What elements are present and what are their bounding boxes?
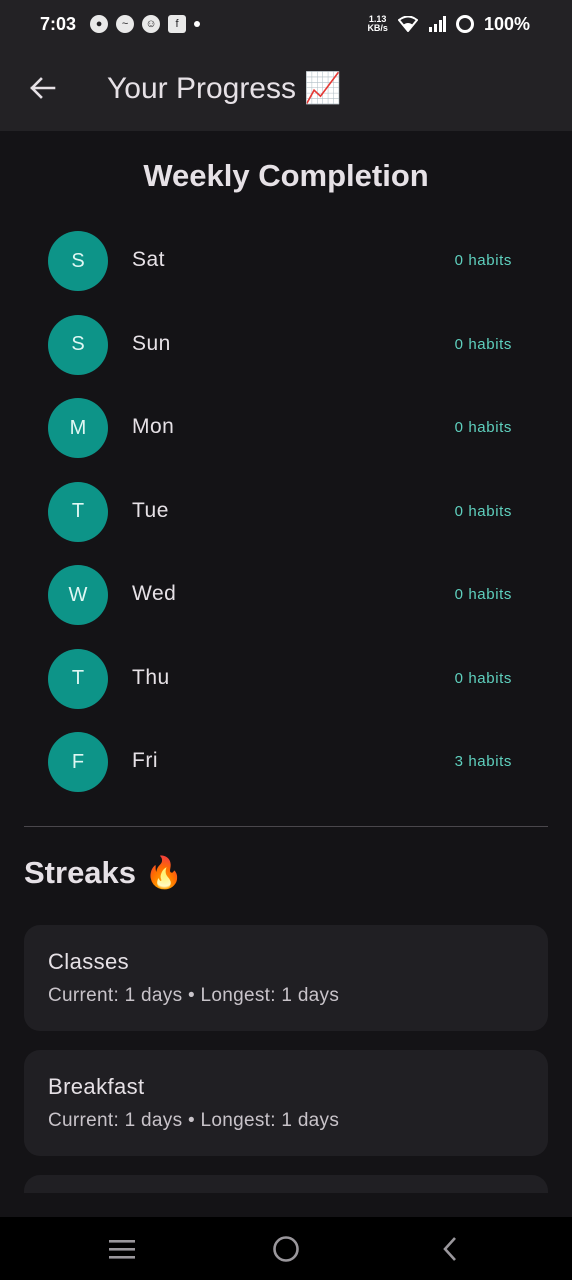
streak-name: Classes [48, 949, 130, 974]
day-avatar: T [48, 648, 108, 709]
day-row-wed: W Wed 0 habits [0, 552, 572, 636]
battery-percent: 100% [483, 13, 530, 34]
day-avatar: W [48, 565, 108, 625]
chevron-left-icon [443, 1237, 456, 1261]
signal-icon [428, 16, 446, 32]
system-nav-bar [0, 1217, 572, 1280]
day-avatar: F [48, 732, 108, 792]
streak-card [24, 1175, 548, 1193]
discord-icon: ☺ [142, 15, 161, 33]
recent-apps-button[interactable] [108, 1235, 136, 1263]
back-nav-button[interactable] [436, 1235, 464, 1263]
weekly-day-list: S Sat 0 habits S Sun 0 habits M Mon 0 ha… [0, 218, 572, 803]
streak-stats: Current: 1 days • Longest: 1 days [48, 1110, 340, 1131]
day-name: Tue [132, 498, 169, 522]
day-name: Thu [132, 665, 170, 689]
day-name: Sat [132, 248, 166, 271]
streak-stats: Current: 1 days • Longest: 1 days [48, 985, 340, 1006]
day-row-thu: T Thu 0 habits [0, 636, 572, 720]
day-habit-count: 0 habits [454, 586, 512, 603]
battery-ring-icon [455, 15, 474, 33]
day-avatar: T [48, 481, 108, 542]
day-name: Wed [132, 582, 177, 605]
network-speed: 1.13 KB/s [367, 15, 388, 33]
day-row-mon: M Mon 0 habits [0, 385, 572, 469]
streak-card: Classes Current: 1 days • Longest: 1 day… [24, 925, 548, 1031]
streak-name: Breakfast [48, 1074, 145, 1099]
day-avatar: S [48, 231, 108, 291]
facebook-icon: f [168, 15, 187, 33]
day-avatar: S [48, 314, 108, 375]
home-button[interactable] [272, 1235, 300, 1263]
app-notification-icon: ● [90, 15, 109, 33]
day-row-sat: S Sat 0 habits [0, 218, 572, 302]
wifi-icon [397, 16, 418, 32]
home-circle-icon [273, 1236, 299, 1262]
streak-card: Breakfast Current: 1 days • Longest: 1 d… [24, 1050, 548, 1156]
net-speed-unit: KB/s [367, 23, 388, 33]
day-habit-count: 0 habits [454, 335, 512, 353]
menu-lines-icon [109, 1240, 135, 1259]
day-habit-count: 0 habits [454, 502, 512, 520]
streak-list[interactable]: Classes Current: 1 days • Longest: 1 day… [24, 925, 548, 1193]
streaks-title: Streaks 🔥 [24, 855, 184, 890]
day-habit-count: 3 habits [454, 753, 512, 770]
day-name: Mon [132, 415, 175, 438]
status-bar: 7:03 ● ~ ☺ f 1.13 KB/s 100% [0, 0, 572, 48]
day-avatar: M [48, 398, 108, 458]
day-row-fri: F Fri 3 habits [0, 719, 572, 803]
day-row-sun: S Sun 0 habits [0, 302, 572, 386]
day-habit-count: 0 habits [454, 669, 512, 687]
weekly-completion-title: Weekly Completion [143, 158, 429, 193]
messenger-icon: ~ [116, 15, 135, 33]
day-name: Fri [132, 749, 158, 772]
day-habit-count: 0 habits [454, 252, 512, 269]
section-divider [24, 826, 548, 827]
more-notifications-dot-icon [194, 21, 201, 27]
day-name: Sun [132, 331, 171, 355]
back-button[interactable] [24, 70, 60, 106]
arrow-left-icon [30, 77, 56, 99]
app-bar: Your Progress 📈 [0, 48, 572, 131]
status-time: 7:03 [40, 13, 77, 34]
day-row-tue: T Tue 0 habits [0, 469, 572, 553]
day-habit-count: 0 habits [454, 419, 512, 436]
page-title: Your Progress 📈 [107, 72, 342, 105]
